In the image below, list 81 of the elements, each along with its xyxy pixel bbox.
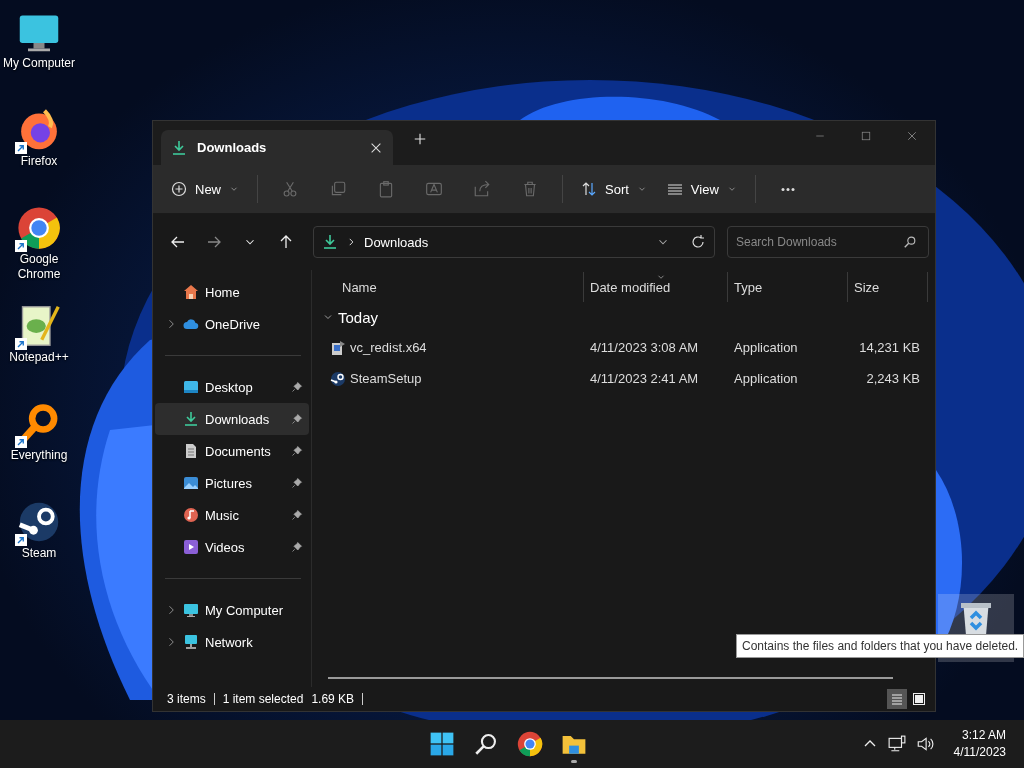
desktop-icon [183,379,199,395]
details-view-icon [889,691,905,707]
sidebar-item[interactable]: Network [155,626,309,658]
picture-icon [183,475,199,491]
desktop-icon-label[interactable]: Notepad++ [1,350,77,365]
selection-count: 1 item selected [222,692,304,706]
chrome-icon[interactable] [17,206,61,250]
desktop-icon-label[interactable]: My Computer [1,56,77,71]
column-header[interactable]: Date modified [584,272,728,302]
table-cell-text: 14,231 KB [858,340,921,355]
desktop-icon-label[interactable]: Everything [1,448,77,463]
chrome-icon [517,731,543,757]
group-header[interactable]: Today [318,302,935,332]
search-icon [903,235,917,249]
network-icon [183,634,199,650]
sidebar-item[interactable]: Music [155,499,309,531]
download-icon [322,234,338,250]
cloud-icon [183,316,199,332]
horizontal-scrollbar[interactable] [328,677,893,679]
file-row[interactable]: vc_redist.x64 4/11/2023 3:08 AM Application 14,231 KB [318,332,935,363]
maximize-icon [860,130,872,142]
video-icon [183,539,199,555]
sidebar-item[interactable]: Downloads [155,403,309,435]
table-cell-text: 2,243 KB [865,371,921,386]
sidebar-item[interactable]: Home [155,276,309,308]
up-arrow-icon [278,234,294,250]
chevron-right-icon [346,237,356,247]
address-path: Downloads [364,234,430,250]
table-cell-text: 4/11/2023 2:41 AM [589,371,700,386]
sidebar-item[interactable]: Documents [155,435,309,467]
tab[interactable]: Downloads [161,130,393,165]
column-header[interactable]: Type [728,272,848,302]
new-button[interactable]: New [163,173,247,205]
installer-icon [330,339,346,356]
sort-button[interactable]: Sort [573,173,655,205]
home-icon [183,284,199,300]
table-cell-text: Application [733,371,799,386]
document-icon [183,443,199,459]
selection-size: 1.69 KB [311,692,355,706]
sidebar-item[interactable]: My Computer [155,594,309,626]
table-cell-text: 4/11/2023 3:08 AM [589,340,700,355]
monitor-icon [183,602,199,618]
search-field[interactable]: Search Downloads [727,226,929,258]
steam-icon [330,370,346,387]
view-button[interactable]: View [658,173,745,205]
tooltip: Contains the files and folders that you have deleted. [736,634,1024,658]
file-row[interactable]: SteamSetup 4/11/2023 2:41 AM Application 2,243 KB [318,363,935,394]
item-count: 3 items [167,692,206,706]
clock-date[interactable]: 4/11/2023 [953,744,1006,761]
plus-icon [413,131,427,146]
desktop-icon-label[interactable]: Google Chrome [1,252,77,282]
download-icon [171,139,187,156]
address-bar[interactable]: Downloads [313,226,715,258]
plus-circle-icon [171,181,187,197]
back-arrow-icon [170,234,186,250]
desktop-icon-label[interactable]: Steam [1,546,77,561]
close-icon [906,130,918,142]
steam-icon[interactable] [17,500,61,544]
volume-icon [915,735,934,753]
file-name-cell[interactable]: SteamSetup [318,370,584,387]
sidebar-item[interactable]: OneDrive [155,308,309,340]
desktop-icon-label[interactable]: Firefox [1,154,77,169]
sort-icon [581,181,597,197]
table-cell-text: Application [733,340,799,355]
clock-time[interactable]: 3:12 AM [961,727,1006,744]
tab-title: Downloads [197,140,268,155]
sidebar-item[interactable]: Desktop [155,371,309,403]
refresh-icon [690,234,706,250]
column-header[interactable]: Name [318,272,584,302]
sidebar-item[interactable]: Videos [155,531,309,563]
forward-arrow-icon [206,234,222,250]
download-icon [183,411,199,427]
column-header[interactable]: Size [848,272,928,302]
list-icon [666,181,683,197]
windows-icon [429,731,455,757]
sidebar-item[interactable]: Pictures [155,467,309,499]
network-icon [887,735,906,753]
music-icon [183,507,199,523]
tiles-view-icon [911,691,927,707]
search-icon [473,731,499,757]
file-name-cell[interactable]: vc_redist.x64 [318,339,584,356]
